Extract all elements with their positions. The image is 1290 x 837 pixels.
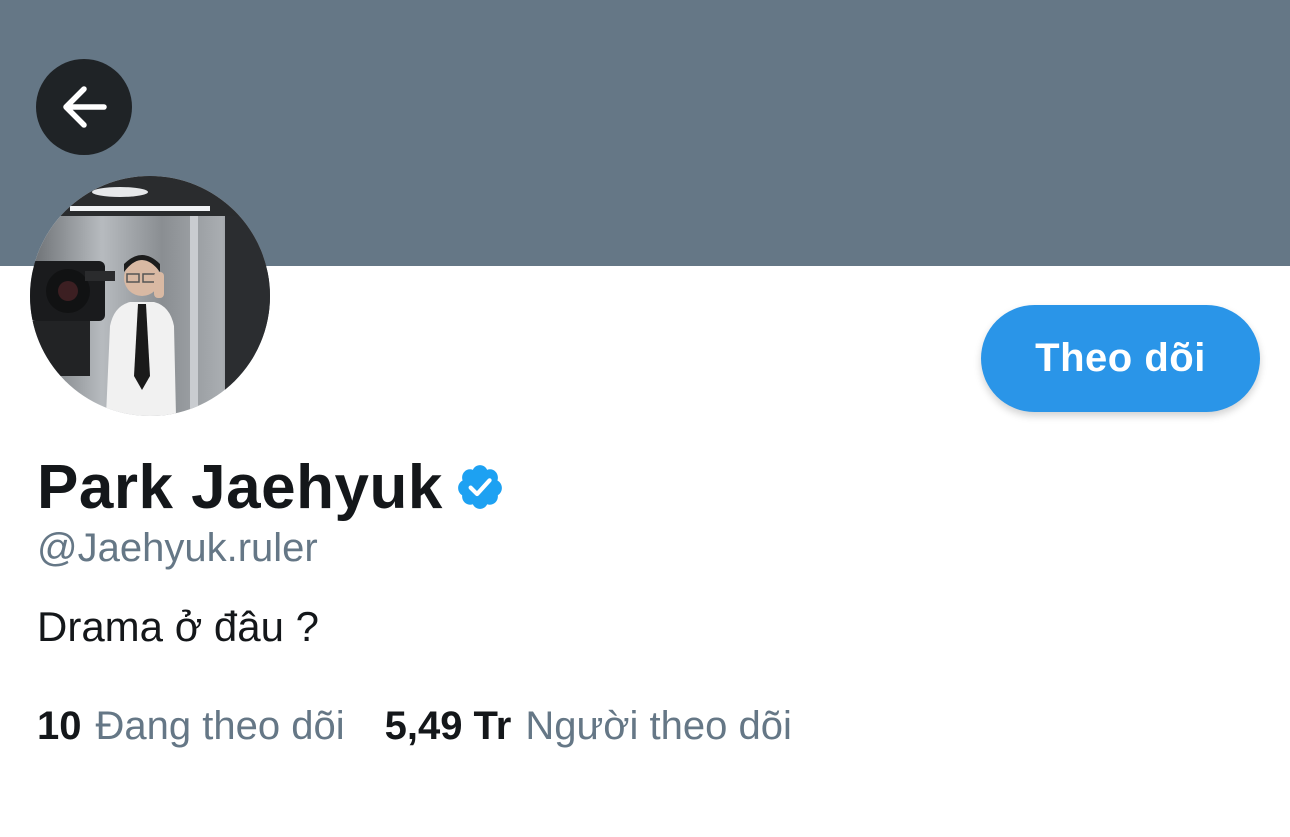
display-name: Park Jaehyuk: [37, 452, 443, 522]
arrow-left-icon: [63, 86, 107, 128]
profile-page: Theo dõi Park Jaehyuk @Jaehyuk.ruler Dra…: [0, 0, 1290, 837]
followers-count: 5,49 Tr: [384, 704, 512, 748]
followers-label: Người theo dõi: [525, 704, 792, 748]
following-stat[interactable]: 10 Đang theo dõi: [37, 704, 345, 749]
followers-stat[interactable]: 5,49 Tr Người theo dõi: [385, 704, 792, 749]
following-label: Đang theo dõi: [95, 704, 345, 748]
avatar[interactable]: [30, 176, 270, 416]
user-handle: @Jaehyuk.ruler: [37, 526, 318, 570]
back-button[interactable]: [36, 59, 132, 155]
name-row: Park Jaehyuk: [37, 450, 505, 524]
profile-bio: Drama ở đâu ?: [37, 603, 320, 650]
profile-photo: [30, 176, 270, 416]
profile-stats: 10 Đang theo dõi 5,49 Tr Người theo dõi: [37, 704, 792, 749]
following-count: 10: [37, 704, 82, 748]
verified-badge-icon: [457, 465, 502, 509]
follow-button[interactable]: Theo dõi: [981, 305, 1260, 412]
